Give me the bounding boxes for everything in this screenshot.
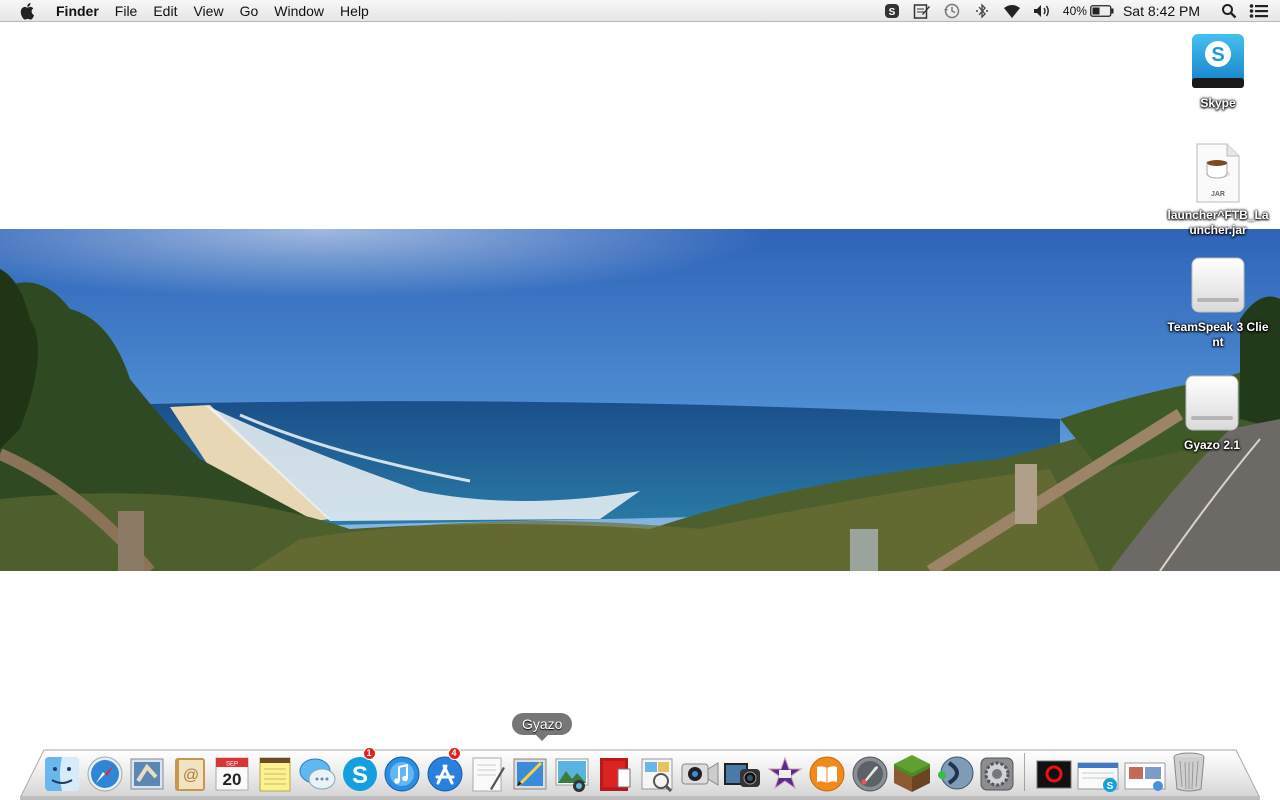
menu-app-name[interactable]: Finder — [52, 0, 107, 22]
documents-stack-icon — [1124, 762, 1165, 791]
dock-separator — [1018, 747, 1032, 793]
dock-skype[interactable]: S 1 — [338, 747, 382, 793]
calendar-day: 20 — [223, 770, 242, 789]
launchpad-icon — [852, 756, 887, 792]
menu-go[interactable]: Go — [232, 0, 267, 22]
image-capture-icon — [724, 763, 760, 787]
external-disk-icon — [1191, 257, 1245, 313]
svg-text:JAR: JAR — [1211, 191, 1225, 198]
menu-clock[interactable]: Sat 8:42 PM — [1123, 3, 1200, 19]
desktop-icon-gyazo[interactable]: Gyazo 2.1 — [1160, 372, 1264, 453]
skype-badge: 1 — [362, 747, 376, 760]
calendar-icon: SEP 20 — [215, 757, 249, 791]
spotlight-icon[interactable] — [1214, 0, 1244, 22]
external-disk-icon — [1185, 375, 1239, 431]
contacts-icon: @ — [174, 758, 205, 791]
dock-system-preferences[interactable] — [975, 747, 1019, 793]
calendar-month: SEP — [226, 762, 238, 768]
dock-teamspeak[interactable] — [933, 747, 977, 793]
jar-file-icon: JAR — [1196, 143, 1240, 203]
downloads-stack-icon: S — [1077, 762, 1119, 792]
svg-text:S: S — [1211, 44, 1224, 66]
desktop-wallpaper — [0, 229, 1280, 571]
desktop-icon-label: Skype — [1200, 96, 1236, 110]
bluetooth-icon[interactable] — [967, 0, 997, 22]
iphoto-icon — [555, 758, 589, 792]
system-preferences-icon — [980, 757, 1014, 791]
menu-help[interactable]: Help — [332, 0, 377, 22]
dock-tooltip: Gyazo — [512, 713, 573, 741]
dock-safari[interactable] — [83, 747, 127, 793]
dock-trash[interactable] — [1167, 747, 1211, 793]
battery-icon[interactable] — [1089, 0, 1115, 22]
minecraft-icon — [894, 755, 930, 792]
skype-status-icon[interactable]: S — [877, 0, 907, 22]
dock-facetime[interactable] — [678, 747, 722, 793]
dock-calendar[interactable]: SEP 20 — [210, 747, 254, 793]
app-store-badge: 4 — [447, 747, 461, 760]
messages-icon — [299, 758, 336, 790]
console-icon — [1036, 760, 1071, 789]
menu-bar: Finder File Edit View Go Window Help S 4… — [0, 0, 1280, 22]
dock-downloads-stack[interactable]: S — [1074, 747, 1122, 793]
desktop-icon-teamspeak[interactable]: TeamSpeak 3 Client — [1166, 254, 1270, 350]
dock-textedit[interactable] — [465, 747, 509, 793]
volume-icon[interactable] — [1027, 0, 1057, 22]
notification-center-icon[interactable] — [1244, 0, 1274, 22]
finder-icon — [45, 757, 79, 791]
dock-launchpad[interactable] — [848, 747, 892, 793]
notes-icon — [259, 757, 290, 792]
dock-documents-stack[interactable] — [1121, 747, 1169, 793]
svg-text:S: S — [351, 762, 367, 789]
dock-image-capture[interactable] — [720, 747, 764, 793]
dock-console[interactable] — [1032, 747, 1076, 793]
dock-mail[interactable] — [125, 747, 169, 793]
notes-icon[interactable] — [907, 0, 937, 22]
imovie-icon — [766, 756, 803, 790]
menu-file[interactable]: File — [107, 0, 146, 22]
dock-itunes[interactable] — [380, 747, 424, 793]
menu-window[interactable]: Window — [266, 0, 332, 22]
preview-icon — [641, 758, 673, 793]
dock-notes[interactable] — [253, 747, 297, 793]
desktop-icon-jar[interactable]: JAR launcher^FTB_Launcher.jar — [1166, 142, 1270, 238]
apple-menu-icon[interactable] — [18, 2, 38, 20]
time-machine-icon[interactable] — [937, 0, 967, 22]
teamspeak-icon — [937, 756, 973, 790]
dock-imovie[interactable] — [763, 747, 807, 793]
dock-minecraft[interactable] — [890, 747, 934, 793]
dock-app-store[interactable]: 4 — [423, 747, 467, 793]
dock-ibooks[interactable] — [805, 747, 849, 793]
photo-booth-icon — [599, 758, 630, 791]
facetime-icon — [681, 762, 718, 786]
dock-photo-booth[interactable] — [593, 747, 637, 793]
textedit-icon — [472, 757, 505, 792]
svg-text:S: S — [1107, 781, 1114, 792]
dock-gyazo[interactable] — [508, 747, 552, 793]
mail-icon — [130, 758, 164, 790]
skype-disk-icon: S — [1192, 34, 1244, 88]
desktop-icon-label: launcher^FTB_Launcher.jar — [1167, 208, 1269, 237]
battery-percentage[interactable]: 40% — [1063, 4, 1087, 18]
trash-icon — [1173, 752, 1205, 792]
dock-messages[interactable] — [295, 747, 339, 793]
desktop-icon-skype[interactable]: S Skype — [1166, 30, 1270, 111]
dock-preview[interactable] — [635, 747, 679, 793]
menu-view[interactable]: View — [185, 0, 231, 22]
svg-text:S: S — [889, 7, 896, 18]
gyazo-icon — [513, 758, 546, 790]
desktop-icon-label: Gyazo 2.1 — [1183, 438, 1241, 452]
safari-icon — [87, 756, 122, 792]
svg-text:@: @ — [182, 767, 198, 784]
wifi-icon[interactable] — [997, 0, 1027, 22]
menu-edit[interactable]: Edit — [145, 0, 185, 22]
dock-contacts[interactable]: @ — [168, 747, 212, 793]
itunes-icon — [384, 756, 420, 792]
desktop-icon-label: TeamSpeak 3 Client — [1167, 320, 1269, 349]
dock-finder[interactable] — [40, 747, 84, 793]
ibooks-icon — [809, 756, 845, 792]
dock-iphoto[interactable] — [550, 747, 594, 793]
dock: @ SEP 20 S 1 4 S — [40, 745, 1210, 793]
